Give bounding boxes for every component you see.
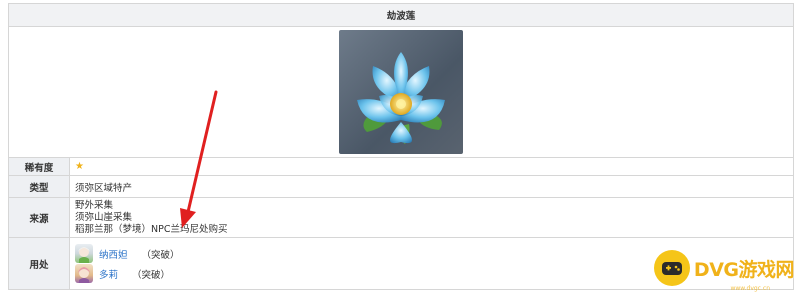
source-item: 野外采集 [75, 199, 114, 211]
item-image [339, 30, 463, 154]
avatar[interactable] [75, 264, 93, 283]
source-row: 来源 野外采集 须弥山崖采集 稻那兰那（梦境）NPC兰玛尼处购买 [9, 197, 793, 237]
source-item: 稻那兰那（梦境）NPC兰玛尼处购买 [75, 223, 228, 235]
item-image-row [9, 26, 793, 157]
gamepad-icon [653, 250, 690, 286]
lotus-flower-icon [357, 52, 445, 144]
item-title: 劫波莲 [9, 4, 793, 26]
source-item: 须弥山崖采集 [75, 211, 133, 223]
usage-note: （突破） [132, 269, 171, 281]
character-link[interactable]: 纳西妲 [99, 247, 128, 261]
star-icon: ★ [75, 161, 84, 172]
rarity-value: ★ [70, 158, 793, 175]
item-title-text: 劫波莲 [386, 11, 416, 22]
character-link[interactable]: 多莉 [99, 267, 118, 281]
usage-note: （突破） [141, 249, 180, 261]
type-row: 类型 须弥区域特产 [9, 175, 793, 197]
usage-label: 用处 [9, 238, 70, 289]
source-list: 野外采集 须弥山崖采集 稻那兰那（梦境）NPC兰玛尼处购买 [70, 198, 793, 237]
avatar[interactable] [75, 244, 93, 263]
watermark-brand: DVG游戏网 [693, 258, 795, 281]
item-info-table: 劫波莲 稀有度 ★ 类型 须弥区域特产 来源 野外采集 须弥山崖采集 稻那兰那（… [8, 3, 794, 290]
rarity-label: 稀有度 [9, 158, 70, 175]
type-value: 须弥区域特产 [75, 182, 133, 194]
source-label: 来源 [9, 198, 70, 237]
type-label: 类型 [9, 176, 70, 197]
watermark: DVG游戏网 www.dvgc.cn [653, 250, 795, 292]
rarity-row: 稀有度 ★ [9, 157, 793, 175]
watermark-url: www.dvgc.cn [730, 285, 770, 292]
